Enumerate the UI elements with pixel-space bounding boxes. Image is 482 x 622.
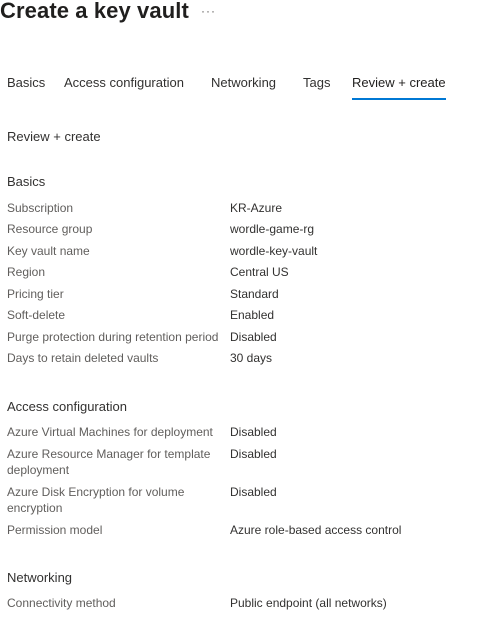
row-label: Azure Disk Encryption for volume encrypt… <box>7 485 185 515</box>
row-value: Disabled <box>230 447 277 461</box>
row-label: Key vault name <box>7 244 90 258</box>
row-label: Azure Virtual Machines for deployment <box>7 425 213 439</box>
row-label: Connectivity method <box>7 596 116 610</box>
row-label: Permission model <box>7 523 103 537</box>
review-create-subtitle: Review + create <box>7 129 101 144</box>
row-label: Pricing tier <box>7 287 64 301</box>
row-value: Enabled <box>230 308 275 322</box>
row-value: Public endpoint (all networks) <box>230 596 387 610</box>
access-configuration-heading: Access configuration <box>7 399 127 414</box>
tab-tags[interactable]: Tags <box>303 74 330 100</box>
basics-heading: Basics <box>7 174 46 189</box>
row-label: Subscription <box>7 201 74 215</box>
tab-bar: Basics Access configuration Networking T… <box>0 74 482 102</box>
row-value: KR-Azure <box>230 201 283 215</box>
more-options-icon[interactable]: ··· <box>201 4 216 18</box>
row-value: Disabled <box>230 425 277 439</box>
tab-basics[interactable]: Basics <box>7 74 45 100</box>
networking-heading: Networking <box>7 570 73 585</box>
row-value: 30 days <box>230 351 273 365</box>
row-value: Disabled <box>230 330 277 344</box>
row-value: Azure role-based access control <box>230 523 402 537</box>
row-label: Azure Resource Manager for template depl… <box>7 447 211 477</box>
page-title: Create a key vault <box>0 0 189 23</box>
row-value: wordle-key-vault <box>230 244 318 258</box>
row-label: Resource group <box>7 222 93 236</box>
row-value: Standard <box>230 287 279 301</box>
row-label: Days to retain deleted vaults <box>7 351 159 365</box>
row-value: wordle-game-rg <box>230 222 315 236</box>
row-value: Central US <box>230 265 289 279</box>
tab-networking[interactable]: Networking <box>211 74 276 100</box>
row-label: Region <box>7 265 46 279</box>
row-value: Disabled <box>230 485 277 499</box>
tab-review-create[interactable]: Review + create <box>352 74 446 100</box>
row-label: Purge protection during retention period <box>7 330 219 344</box>
row-label: Soft-delete <box>7 308 66 322</box>
tab-access-configuration[interactable]: Access configuration <box>64 74 184 100</box>
